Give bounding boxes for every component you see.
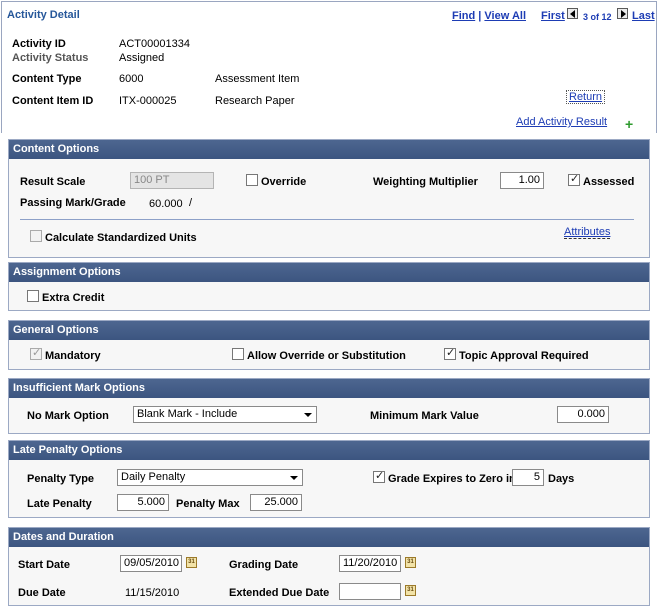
grading-date-calendar-icon[interactable]: 31 (405, 557, 416, 568)
content-item-code: ITX-000025 (119, 95, 177, 107)
nav-separator: | (478, 10, 482, 22)
weighting-multiplier-input[interactable]: 1.00 (500, 172, 544, 189)
page-counter: 3 of 12 (583, 12, 612, 22)
chevron-down-icon (304, 413, 312, 417)
due-date-label: Due Date (18, 587, 66, 599)
extra-credit-label: Extra Credit (42, 292, 105, 304)
general-options-section: General Options Mandatory Allow Override… (8, 320, 650, 370)
activity-id-value: ACT00001334 (119, 38, 190, 50)
content-item-description: Research Paper (215, 95, 295, 107)
activity-status-label: Activity Status (12, 52, 89, 64)
passing-mark-separator: / (189, 197, 193, 209)
penalty-type-label: Penalty Type (27, 473, 95, 485)
no-mark-option-select[interactable]: Blank Mark - Include (133, 406, 317, 423)
grading-date-label: Grading Date (229, 559, 299, 571)
passing-mark-value: 60.000 (149, 198, 183, 210)
assessed-label: Assessed (583, 176, 635, 188)
grading-date-input[interactable]: 11/20/2010 (339, 555, 401, 572)
start-date-input[interactable]: 09/05/2010 (120, 555, 182, 572)
late-penalty-section: Late Penalty Options Penalty Type Daily … (8, 440, 650, 518)
add-activity-result-link[interactable]: Add Activity Result (516, 116, 607, 128)
due-date-value: 11/15/2010 (125, 587, 180, 599)
start-date-calendar-icon[interactable]: 31 (186, 557, 197, 568)
dates-duration-section: Dates and Duration Start Date 09/05/2010… (8, 527, 650, 606)
general-options-header: General Options (9, 321, 649, 340)
mandatory-checkbox[interactable] (30, 346, 42, 360)
content-type-description: Assessment Item (215, 73, 300, 85)
assignment-options-section: Assignment Options Extra Credit (8, 262, 650, 311)
calculate-standardized-units-label: Calculate Standardized Units (45, 232, 197, 244)
assignment-options-header: Assignment Options (9, 263, 649, 282)
start-date-label: Start Date (18, 559, 70, 571)
assessed-checkbox[interactable] (568, 172, 580, 186)
minimum-mark-value-input[interactable]: 0.000 (557, 406, 609, 423)
weighting-multiplier-label: Weighting Multiplier (373, 176, 478, 188)
chevron-down-icon (290, 476, 298, 480)
result-scale-label: Result Scale (20, 176, 86, 188)
attributes-link[interactable]: Attributes (564, 226, 611, 239)
header-nav: Find | View All (452, 10, 526, 22)
previous-arrow-icon[interactable] (567, 8, 578, 19)
extended-due-date-label: Extended Due Date (229, 587, 330, 599)
add-plus-icon[interactable]: + (625, 117, 633, 131)
no-mark-option-value: Blank Mark - Include (137, 408, 238, 420)
return-link[interactable]: Return (566, 90, 606, 104)
late-penalty-input[interactable]: 5.000 (117, 494, 169, 511)
next-arrow-icon[interactable] (617, 8, 628, 19)
grade-expires-days-input[interactable]: 5 (512, 469, 544, 486)
activity-id-label: Activity ID (12, 38, 66, 50)
allow-override-checkbox[interactable] (232, 348, 244, 360)
calculate-standardized-units-checkbox[interactable] (30, 230, 42, 242)
passing-mark-label: Passing Mark/Grade (20, 197, 126, 209)
content-options-divider (20, 219, 634, 220)
penalty-type-select[interactable]: Daily Penalty (117, 469, 303, 486)
override-checkbox[interactable] (246, 174, 258, 186)
last-link[interactable]: Last (632, 10, 655, 22)
content-options-header: Content Options (9, 140, 649, 159)
topic-approval-label: Topic Approval Required (459, 350, 589, 362)
insufficient-mark-section: Insufficient Mark Options No Mark Option… (8, 378, 650, 434)
late-penalty-label: Late Penalty (27, 498, 92, 510)
topic-approval-checkbox[interactable] (444, 346, 456, 360)
extra-credit-checkbox[interactable] (27, 290, 39, 302)
extended-due-date-calendar-icon[interactable]: 31 (405, 585, 416, 596)
days-label: Days (548, 473, 575, 485)
content-type-code: 6000 (119, 73, 144, 85)
penalty-type-value: Daily Penalty (121, 471, 186, 483)
late-penalty-header: Late Penalty Options (9, 441, 649, 460)
grade-expires-label: Grade Expires to Zero in (388, 473, 516, 485)
mandatory-label: Mandatory (45, 350, 101, 362)
allow-override-label: Allow Override or Substitution (247, 350, 406, 362)
penalty-max-label: Penalty Max (176, 498, 240, 510)
result-scale-input: 100 PT (130, 172, 214, 189)
page-title: Activity Detail (7, 9, 80, 21)
grade-expires-checkbox[interactable] (373, 469, 385, 483)
first-link[interactable]: First (541, 10, 565, 22)
activity-status-value: Assigned (119, 52, 165, 64)
no-mark-option-label: No Mark Option (27, 410, 109, 422)
content-item-label: Content Item ID (12, 95, 94, 107)
insufficient-mark-header: Insufficient Mark Options (9, 379, 649, 398)
penalty-max-input[interactable]: 25.000 (250, 494, 302, 511)
override-label: Override (261, 176, 307, 188)
content-type-label: Content Type (12, 73, 82, 85)
find-link[interactable]: Find (452, 10, 475, 22)
extended-due-date-input[interactable] (339, 583, 401, 600)
content-options-section: Content Options Result Scale 100 PT Over… (8, 139, 650, 258)
minimum-mark-value-label: Minimum Mark Value (370, 410, 479, 422)
dates-duration-header: Dates and Duration (9, 528, 649, 547)
view-all-link[interactable]: View All (484, 10, 526, 22)
